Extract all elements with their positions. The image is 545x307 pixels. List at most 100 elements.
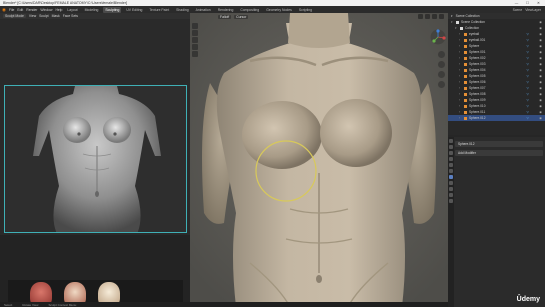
ref-menu-face-sets[interactable]: Face Sets bbox=[63, 14, 78, 18]
expand-arrow-icon[interactable]: › bbox=[459, 50, 462, 54]
visibility-eye-icon[interactable]: ◉ bbox=[539, 20, 542, 24]
scene-selector[interactable]: Scene bbox=[513, 8, 523, 12]
modifier-wrench-icon: ▽ bbox=[526, 44, 529, 48]
tab-modeling[interactable]: Modeling bbox=[83, 7, 101, 13]
tab-geometry-nodes[interactable]: Geometry Nodes bbox=[264, 7, 294, 13]
reference-image-canvas[interactable] bbox=[4, 85, 187, 233]
material-shading-icon[interactable] bbox=[439, 14, 444, 19]
outliner-row-label: Collection bbox=[465, 26, 479, 30]
inflate-brush-icon[interactable] bbox=[192, 51, 198, 57]
navigation-gizmo-icon[interactable] bbox=[430, 29, 446, 45]
expand-arrow-icon[interactable]: › bbox=[459, 68, 462, 72]
visibility-eye-icon[interactable]: ◉ bbox=[539, 104, 542, 108]
outliner-row[interactable]: › Sphere.012 ▽ ◉ bbox=[448, 115, 545, 121]
main-3d-viewport[interactable]: Falloff Cursor bbox=[190, 13, 448, 307]
render-tab-icon[interactable] bbox=[449, 145, 453, 149]
tab-layout[interactable]: Layout bbox=[65, 7, 79, 13]
expand-arrow-icon[interactable]: › bbox=[459, 92, 462, 96]
menu-file[interactable]: File bbox=[9, 8, 14, 12]
visibility-eye-icon[interactable]: ◉ bbox=[539, 62, 542, 66]
ref-menu-mask[interactable]: Mask bbox=[52, 14, 60, 18]
menu-window[interactable]: Window bbox=[40, 8, 52, 12]
modifier-tab-icon[interactable] bbox=[449, 175, 453, 179]
cursor-dropdown[interactable]: Cursor bbox=[234, 14, 249, 19]
ref-bottom-area bbox=[0, 235, 190, 307]
expand-arrow-icon[interactable]: › bbox=[459, 74, 462, 78]
expand-arrow-icon[interactable]: › bbox=[459, 32, 462, 36]
expand-arrow-icon[interactable]: › bbox=[459, 116, 462, 120]
material-tab-icon[interactable] bbox=[449, 199, 453, 203]
scene-tab-icon[interactable] bbox=[449, 157, 453, 161]
minimize-button[interactable]: — bbox=[514, 1, 519, 5]
grab-brush-icon[interactable] bbox=[192, 44, 198, 50]
outliner-row-label: eyeball.001 bbox=[469, 38, 486, 42]
tab-uv-editing[interactable]: UV Editing bbox=[124, 7, 144, 13]
expand-arrow-icon[interactable]: › bbox=[459, 62, 462, 66]
camera-icon[interactable] bbox=[438, 71, 445, 78]
visibility-eye-icon[interactable]: ◉ bbox=[539, 26, 542, 30]
visibility-eye-icon[interactable]: ◉ bbox=[539, 110, 542, 114]
data-tab-icon[interactable] bbox=[449, 193, 453, 197]
visibility-eye-icon[interactable]: ◉ bbox=[539, 50, 542, 54]
clay-brush-icon[interactable] bbox=[192, 30, 198, 36]
visibility-eye-icon[interactable]: ◉ bbox=[539, 92, 542, 96]
draw-brush-icon[interactable] bbox=[192, 23, 198, 29]
output-tab-icon[interactable] bbox=[449, 151, 453, 155]
expand-arrow-icon[interactable]: ▾ bbox=[451, 20, 454, 24]
visibility-eye-icon[interactable]: ◉ bbox=[539, 38, 542, 42]
expand-arrow-icon[interactable]: › bbox=[459, 98, 462, 102]
visibility-eye-icon[interactable]: ◉ bbox=[539, 116, 542, 120]
tab-animation[interactable]: Animation bbox=[194, 7, 213, 13]
visibility-eye-icon[interactable]: ◉ bbox=[539, 86, 542, 90]
tab-scripting[interactable]: Scripting bbox=[297, 7, 314, 13]
outliner-filter-icon[interactable]: ▾ bbox=[451, 14, 453, 18]
solid-shading-icon[interactable] bbox=[432, 14, 437, 19]
expand-arrow-icon[interactable]: › bbox=[459, 104, 462, 108]
ref-menu-sculpt[interactable]: Sculpt bbox=[39, 14, 48, 18]
visibility-eye-icon[interactable]: ◉ bbox=[539, 74, 542, 78]
visibility-eye-icon[interactable]: ◉ bbox=[539, 32, 542, 36]
tab-compositing[interactable]: Compositing bbox=[238, 7, 261, 13]
view-layer-selector[interactable]: ViewLayer bbox=[525, 8, 541, 12]
tab-rendering[interactable]: Rendering bbox=[216, 7, 236, 13]
visibility-eye-icon[interactable]: ◉ bbox=[539, 80, 542, 84]
physics-tab-icon[interactable] bbox=[449, 187, 453, 191]
falloff-dropdown[interactable]: Falloff bbox=[218, 14, 232, 19]
zoom-icon[interactable] bbox=[438, 51, 445, 58]
mode-selector[interactable]: Sculpt Mode bbox=[3, 14, 26, 18]
add-modifier-button[interactable]: Add Modifier bbox=[455, 150, 543, 156]
expand-arrow-icon[interactable]: › bbox=[459, 86, 462, 90]
maximize-button[interactable]: ☐ bbox=[525, 1, 530, 5]
tool-tab-icon[interactable] bbox=[449, 139, 453, 143]
expand-arrow-icon[interactable]: › bbox=[459, 44, 462, 48]
visibility-eye-icon[interactable]: ◉ bbox=[539, 44, 542, 48]
expand-arrow-icon[interactable]: › bbox=[459, 110, 462, 114]
pan-icon[interactable] bbox=[438, 61, 445, 68]
object-tab-icon[interactable] bbox=[449, 169, 453, 173]
menu-help[interactable]: Help bbox=[55, 8, 62, 12]
tab-shading[interactable]: Shading bbox=[174, 7, 190, 13]
expand-arrow-icon[interactable]: ▾ bbox=[455, 26, 458, 30]
world-tab-icon[interactable] bbox=[449, 163, 453, 167]
visibility-eye-icon[interactable]: ◉ bbox=[539, 98, 542, 102]
overlays-icon[interactable] bbox=[418, 14, 423, 19]
ortho-toggle-icon[interactable] bbox=[438, 81, 445, 88]
smooth-brush-icon[interactable] bbox=[192, 37, 198, 43]
menu-edit[interactable]: Edit bbox=[17, 8, 23, 12]
particles-tab-icon[interactable] bbox=[449, 181, 453, 185]
ref-menu-view[interactable]: View bbox=[29, 14, 36, 18]
outliner-row-label: Sphere.011 bbox=[469, 110, 486, 114]
tab-sculpting[interactable]: Sculpting bbox=[103, 6, 122, 13]
sculpt-mesh-torso[interactable] bbox=[190, 13, 448, 307]
menu-render[interactable]: Render bbox=[26, 8, 37, 12]
close-button[interactable]: ✕ bbox=[536, 1, 541, 5]
expand-arrow-icon[interactable]: › bbox=[459, 38, 462, 42]
xray-icon[interactable] bbox=[425, 14, 430, 19]
object-name-field[interactable]: Sphere.012 bbox=[455, 141, 543, 147]
expand-arrow-icon[interactable]: › bbox=[459, 80, 462, 84]
visibility-eye-icon[interactable]: ◉ bbox=[539, 68, 542, 72]
blender-logo-icon[interactable]: ◉ bbox=[2, 7, 6, 13]
tab-texture-paint[interactable]: Texture Paint bbox=[147, 7, 171, 13]
expand-arrow-icon[interactable]: › bbox=[459, 56, 462, 60]
visibility-eye-icon[interactable]: ◉ bbox=[539, 56, 542, 60]
